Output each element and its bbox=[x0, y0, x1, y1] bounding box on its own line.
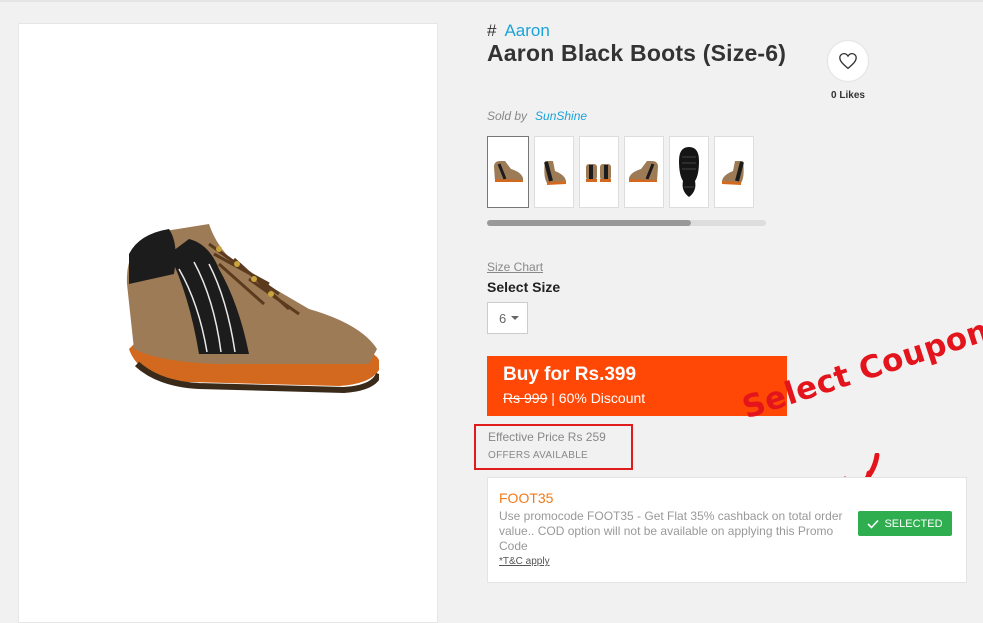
heart-icon bbox=[839, 52, 857, 70]
coupon-description: Use promocode FOOT35 - Get Flat 35% cash… bbox=[499, 509, 843, 553]
brand-link[interactable]: Aaron bbox=[504, 21, 549, 40]
discount-label: 60% Discount bbox=[558, 390, 646, 406]
boot-thumbnail-image bbox=[629, 161, 658, 182]
thumbnail-gallery bbox=[487, 136, 754, 208]
thumbnail-rear-angle-view[interactable] bbox=[714, 136, 754, 208]
coupon-selected-button[interactable]: SELECTED bbox=[858, 511, 952, 536]
original-price: Rs 999 bbox=[503, 390, 548, 406]
top-border bbox=[0, 0, 983, 2]
thumbnail-pair-view[interactable] bbox=[579, 136, 619, 208]
brand-hash: # bbox=[487, 21, 497, 40]
buy-button-label: Buy for Rs.399 bbox=[503, 364, 637, 385]
size-dropdown-value: 6 bbox=[499, 310, 507, 326]
thumbnail-side-view[interactable] bbox=[487, 136, 529, 208]
product-main-image bbox=[126, 224, 379, 394]
thumbnail-scrollbar-handle[interactable] bbox=[487, 220, 691, 226]
offers-available-label: OFFERS AVAILABLE bbox=[488, 450, 589, 461]
buy-button-subtext: Rs 999 | 60% Discount bbox=[503, 390, 771, 406]
coupon-selected-label: SELECTED bbox=[884, 517, 943, 530]
coupon-card[interactable]: FOOT35 Use promocode FOOT35 - Get Flat 3… bbox=[487, 477, 967, 583]
likes-count: 0 Likes bbox=[831, 90, 865, 101]
boot-thumbnail-image bbox=[494, 161, 523, 182]
thumbnail-scrollbar[interactable] bbox=[487, 220, 766, 226]
effective-price: Effective Price Rs 259 bbox=[488, 430, 606, 444]
terms-link[interactable]: *T&C apply bbox=[499, 556, 550, 567]
size-chart-link[interactable]: Size Chart bbox=[487, 260, 543, 274]
coupon-code: FOOT35 bbox=[499, 490, 554, 506]
boot-sole-thumbnail-image bbox=[679, 147, 699, 197]
like-button[interactable] bbox=[828, 41, 868, 81]
seller-link[interactable]: SunShine bbox=[535, 109, 587, 123]
sold-by-label: Sold by bbox=[487, 109, 528, 123]
effective-price-highlight-box: Effective Price Rs 259 OFFERS AVAILABLE bbox=[474, 424, 633, 470]
thumbnail-angle-view[interactable] bbox=[534, 136, 574, 208]
sold-by: Sold by SunShine bbox=[487, 109, 587, 123]
product-image-panel[interactable] bbox=[18, 23, 438, 623]
caret-down-icon bbox=[511, 316, 520, 320]
boot-thumbnail-image bbox=[722, 161, 744, 185]
product-title: Aaron Black Boots (Size-6) bbox=[487, 40, 787, 66]
size-dropdown[interactable]: 6 bbox=[487, 302, 528, 334]
brand-line: # Aaron bbox=[487, 21, 550, 41]
price-separator: | bbox=[551, 390, 555, 406]
thumbnail-sole-view[interactable] bbox=[669, 136, 709, 208]
boot-thumbnail-image bbox=[544, 161, 566, 185]
select-size-heading: Select Size bbox=[487, 279, 561, 295]
boot-thumbnail-image bbox=[586, 164, 611, 182]
checkmark-icon bbox=[867, 519, 880, 529]
thumbnail-outer-view[interactable] bbox=[624, 136, 664, 208]
